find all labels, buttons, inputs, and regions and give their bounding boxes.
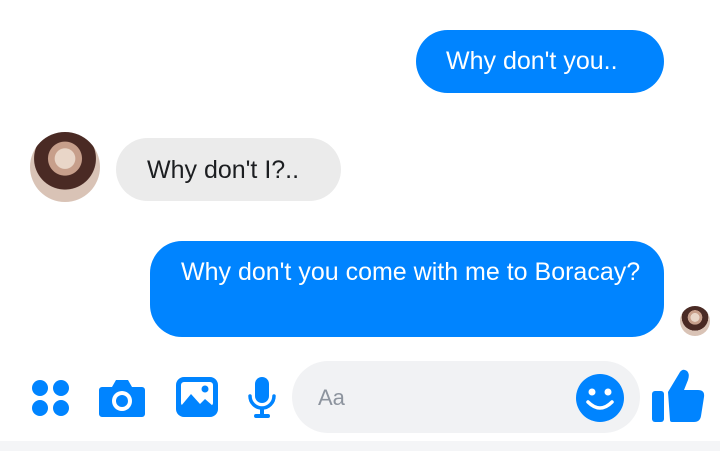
camera-icon[interactable]	[98, 375, 146, 419]
incoming-message-bubble[interactable]: Why don't I?..	[116, 138, 341, 201]
message-text: Why don't you..	[446, 47, 618, 75]
bottom-divider	[0, 441, 720, 451]
read-receipt-avatar	[680, 306, 710, 336]
message-text: Why don't you come with me to Boracay?	[181, 258, 641, 286]
outgoing-message-bubble[interactable]: Why don't you..	[416, 30, 664, 93]
thumbs-up-icon[interactable]	[650, 367, 708, 425]
contact-avatar[interactable]	[30, 132, 100, 202]
more-apps-icon[interactable]	[30, 378, 72, 418]
outgoing-message-bubble[interactable]: Why don't you come with me to Boracay?	[150, 241, 664, 337]
gallery-icon[interactable]	[175, 376, 219, 418]
message-text: Why don't I?..	[147, 156, 300, 184]
emoji-icon[interactable]	[575, 373, 625, 423]
microphone-icon[interactable]	[247, 376, 277, 420]
message-input[interactable]	[316, 383, 560, 413]
